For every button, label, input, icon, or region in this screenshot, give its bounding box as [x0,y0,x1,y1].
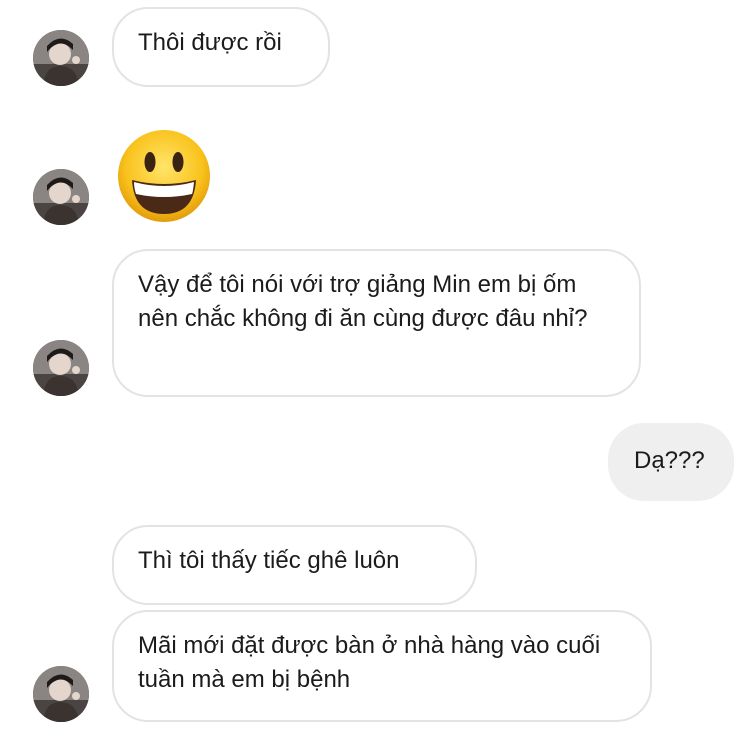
message-text: Dạ??? [634,447,705,474]
sender-avatar[interactable] [33,30,89,86]
avatar-photo-icon [33,666,89,722]
sender-avatar[interactable] [33,666,89,722]
message-text: Vậy để tôi nói với trợ giảng Min em bị ố… [138,271,588,332]
incoming-message-bubble[interactable]: Thôi được rồi [112,7,330,87]
message-text: Thì tôi thấy tiếc ghê luôn [138,547,400,574]
avatar-photo-icon [33,30,89,86]
smiling-face-emoji-icon [118,130,210,222]
message-text: Thôi được rồi [138,29,282,56]
incoming-message-bubble[interactable]: Vậy để tôi nói với trợ giảng Min em bị ố… [112,249,641,397]
outgoing-message-bubble[interactable]: Dạ??? [608,423,734,501]
incoming-message-bubble[interactable]: Thì tôi thấy tiếc ghê luôn [112,525,477,605]
sender-avatar[interactable] [33,169,89,225]
avatar-photo-icon [33,340,89,396]
incoming-message-bubble[interactable]: Mãi mới đặt được bàn ở nhà hàng vào cuối… [112,610,652,722]
message-text: Mãi mới đặt được bàn ở nhà hàng vào cuối… [138,632,601,693]
sender-avatar[interactable] [33,340,89,396]
emoji-message[interactable] [112,124,216,228]
avatar-photo-icon [33,169,89,225]
